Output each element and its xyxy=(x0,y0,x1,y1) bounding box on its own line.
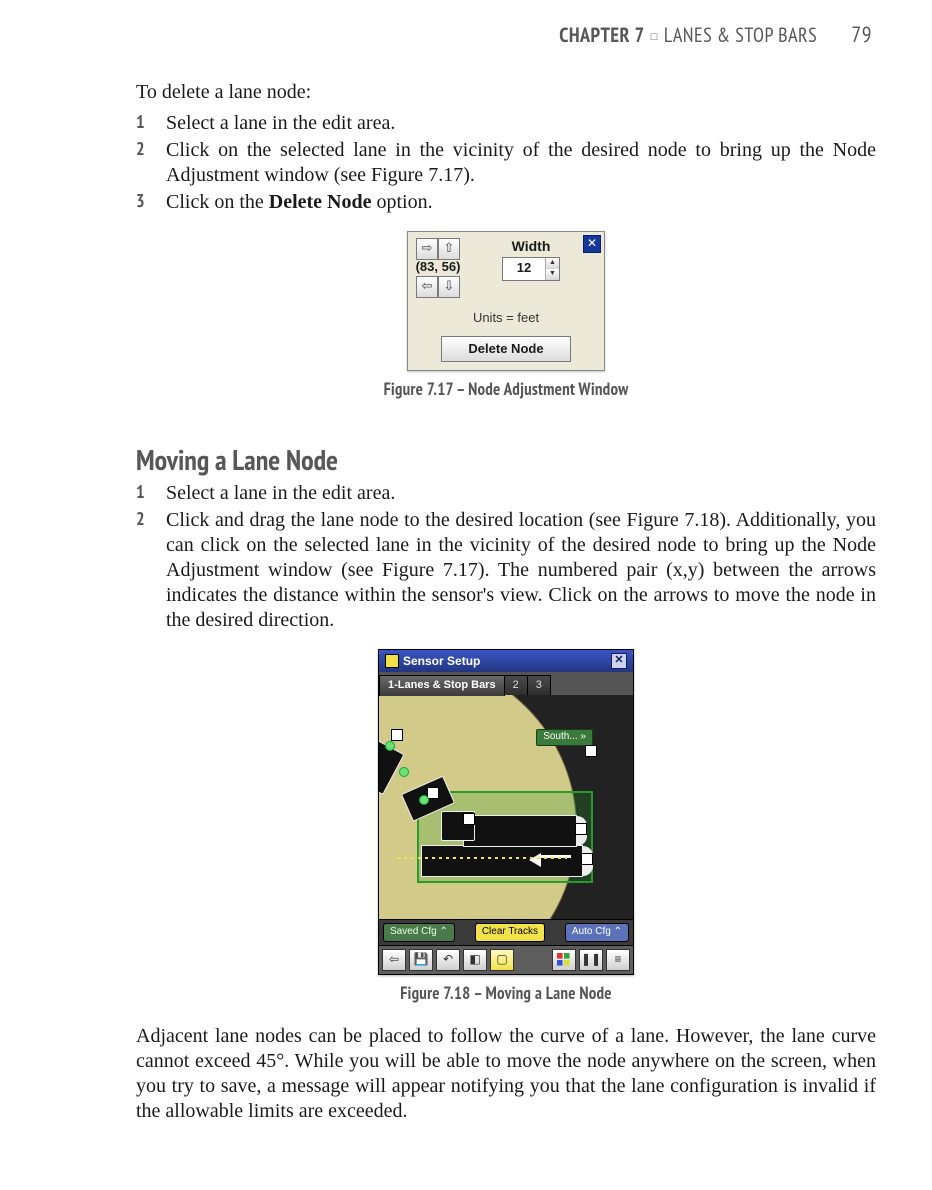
note-icon[interactable]: ▢ xyxy=(490,949,514,971)
window-titlebar[interactable]: Sensor Setup ✕ xyxy=(379,650,633,672)
app-icon xyxy=(385,654,399,668)
figure-caption: Figure 7.17 – Node Adjustment Window xyxy=(384,379,629,400)
direction-tag-south[interactable]: South... xyxy=(536,729,593,746)
lane-bottom[interactable] xyxy=(421,845,583,877)
closing-paragraph: Adjacent lane nodes can be placed to fol… xyxy=(136,1024,876,1124)
lane-node[interactable] xyxy=(581,853,593,865)
step-number: 1 xyxy=(136,481,166,506)
lane-node[interactable] xyxy=(585,745,597,757)
saved-cfg-pill[interactable]: Saved Cfg ⌃ xyxy=(383,923,455,942)
sensor-setup-window: Sensor Setup ✕ 1-Lanes & Stop Bars 2 3 S… xyxy=(378,649,634,974)
step-text: Select a lane in the edit area. xyxy=(166,111,876,136)
coordinate-readout: (83, 56) xyxy=(416,259,461,275)
step-text: Click and drag the lane node to the desi… xyxy=(166,508,876,633)
header-square-glyph: □ xyxy=(645,31,664,45)
running-header: CHAPTER 7 □ LANES & STOP BARS 79 xyxy=(0,0,932,56)
arrow-up-icon[interactable]: ⇧ xyxy=(438,238,460,260)
arrow-left-icon[interactable]: ⇦ xyxy=(416,276,438,298)
move-steps-list: 1 Select a lane in the edit area. 2 Clic… xyxy=(136,481,876,633)
undo-icon[interactable]: ↶ xyxy=(436,949,460,971)
width-spinner[interactable]: 12 ▲ ▼ xyxy=(502,257,560,281)
arrow-right-top-icon[interactable]: ⇨ xyxy=(416,238,438,260)
delete-steps-list: 1 Select a lane in the edit area. 2 Clic… xyxy=(136,111,876,215)
lane-top[interactable] xyxy=(463,815,577,847)
tab-lanes-stopbars[interactable]: 1-Lanes & Stop Bars xyxy=(379,675,505,696)
figure-7-17: ✕ ⇨ ⇧ (83, 56) ⇦ ⇩ Width 12 ▲ ▼ xyxy=(136,231,876,401)
width-value: 12 xyxy=(503,258,545,280)
step-text: Select a lane in the edit area. xyxy=(166,481,876,506)
lane-node[interactable] xyxy=(463,813,475,825)
lane-node[interactable] xyxy=(575,823,587,835)
step-number: 1 xyxy=(136,111,166,136)
figure-caption: Figure 7.18 – Moving a Lane Node xyxy=(400,983,612,1004)
status-bar: Saved Cfg ⌃ Clear Tracks Auto Cfg ⌃ xyxy=(379,919,633,945)
close-icon[interactable]: ✕ xyxy=(611,653,627,669)
save-icon[interactable]: 💾 xyxy=(409,949,433,971)
auto-cfg-pill[interactable]: Auto Cfg ⌃ xyxy=(565,923,629,942)
curve-node-icon xyxy=(399,767,409,777)
step-number: 2 xyxy=(136,138,166,188)
width-label: Width xyxy=(466,238,596,256)
step-text: Click on the selected lane in the vicini… xyxy=(166,138,876,188)
window-title: Sensor Setup xyxy=(403,654,480,669)
palette-icon[interactable] xyxy=(552,949,576,971)
node-adjustment-window: ✕ ⇨ ⇧ (83, 56) ⇦ ⇩ Width 12 ▲ ▼ xyxy=(407,231,605,372)
menu-icon[interactable]: ≡ xyxy=(606,949,630,971)
toolbar: ⇦ 💾 ↶ ◧ ▢ ❚❚ ≡ xyxy=(379,945,633,974)
spin-up-icon[interactable]: ▲ xyxy=(546,258,559,269)
tab-3[interactable]: 3 xyxy=(527,675,551,696)
arrow-pad: ⇨ ⇧ (83, 56) ⇦ ⇩ xyxy=(416,238,460,298)
page-number: 79 xyxy=(817,22,872,50)
spin-down-icon[interactable]: ▼ xyxy=(546,269,559,280)
erase-icon[interactable]: ◧ xyxy=(463,949,487,971)
step-text: Click on the Delete Node option. xyxy=(166,190,876,215)
sensor-canvas[interactable]: South... xyxy=(379,695,633,919)
tab-2[interactable]: 2 xyxy=(504,675,528,696)
arrow-down-icon[interactable]: ⇩ xyxy=(438,276,460,298)
figure-7-18: Sensor Setup ✕ 1-Lanes & Stop Bars 2 3 S… xyxy=(136,649,876,1004)
step-number: 2 xyxy=(136,508,166,633)
back-icon[interactable]: ⇦ xyxy=(382,949,406,971)
step-number: 3 xyxy=(136,190,166,215)
delete-node-button[interactable]: Delete Node xyxy=(441,336,571,362)
section-heading: Moving a Lane Node xyxy=(136,442,876,477)
clear-tracks-button[interactable]: Clear Tracks xyxy=(475,923,545,942)
pause-icon[interactable]: ❚❚ xyxy=(579,949,603,971)
lane-arrow-icon xyxy=(529,853,541,867)
lane-node[interactable] xyxy=(391,729,403,741)
units-label: Units = feet xyxy=(416,310,596,326)
chapter-title: LANES & STOP BARS xyxy=(664,23,817,48)
curve-node-icon xyxy=(385,741,395,751)
lane-node[interactable] xyxy=(427,787,439,799)
chapter-label: CHAPTER 7 xyxy=(559,23,645,48)
page-content: To delete a lane node: 1 Select a lane i… xyxy=(0,80,932,1148)
close-icon[interactable]: ✕ xyxy=(583,235,601,253)
track-dots xyxy=(397,857,567,859)
intro-text: To delete a lane node: xyxy=(136,80,876,105)
curve-node-icon xyxy=(419,795,429,805)
